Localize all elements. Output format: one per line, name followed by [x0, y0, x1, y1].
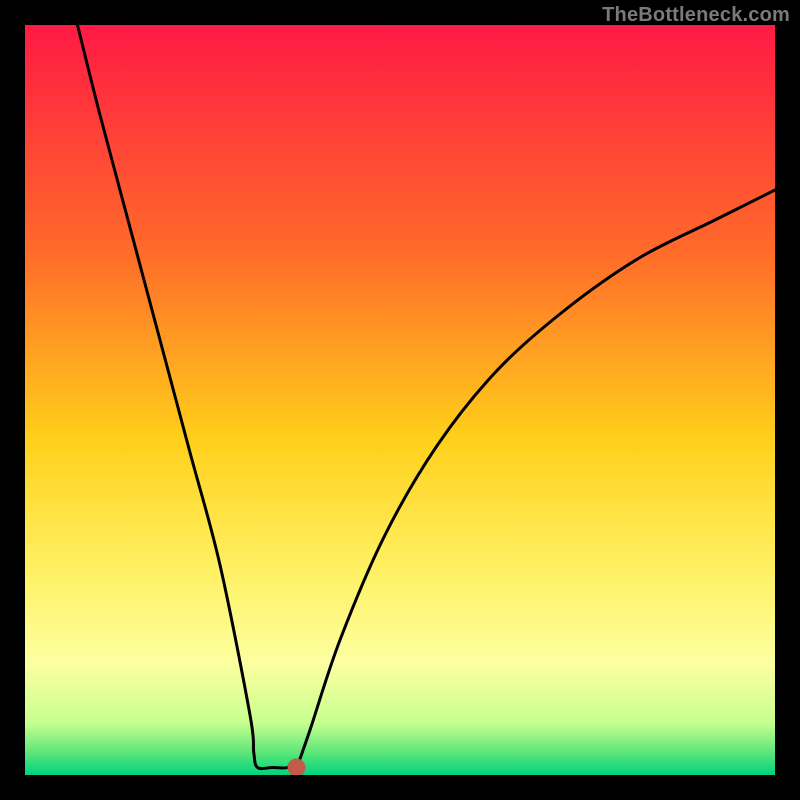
watermark-label: TheBottleneck.com	[602, 4, 790, 27]
chart-frame: TheBottleneck.com	[0, 0, 800, 800]
plot-area	[25, 25, 775, 775]
gradient-background	[25, 25, 775, 775]
bottleneck-chart	[25, 25, 775, 775]
